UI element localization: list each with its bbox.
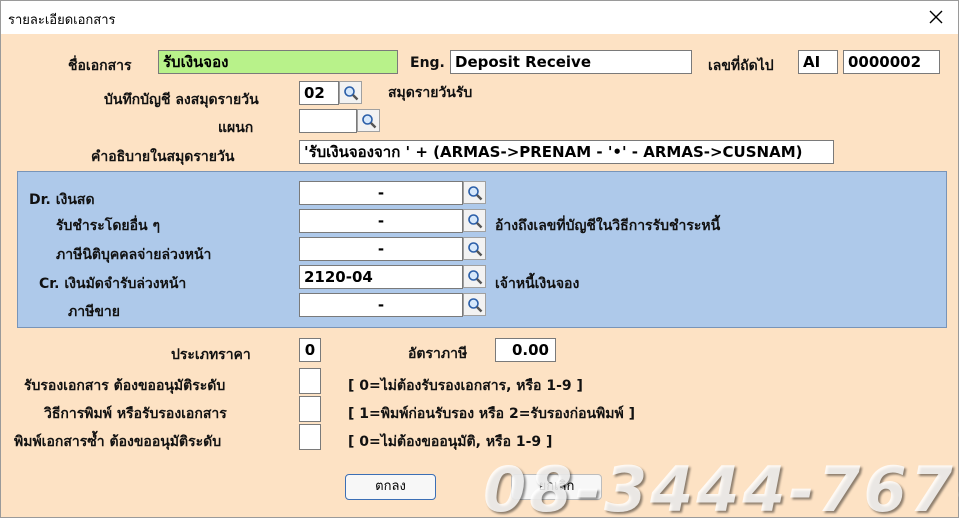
account-field-sales-tax[interactable]: - [299, 293, 463, 317]
approval-label-certify: รับรองเอกสาร ต้องขออนุมัติระดับ [24, 378, 226, 394]
title-bar: รายละเอียดเอกสาร [1, 1, 958, 34]
tax-rate-label: อัตราภาษี [408, 346, 468, 362]
doc-number-field[interactable]: 0000002 [843, 50, 940, 74]
doc-name-field[interactable]: รับเงินจอง [158, 50, 398, 74]
approval-hint-certify: [ 0=ไม่ต้องรับรองเอกสาร, หรือ 1-9 ] [348, 378, 583, 394]
eng-label: Eng. [410, 55, 445, 71]
account-lookup-prepaid-tax[interactable] [463, 237, 486, 260]
account-label-cash: Dr. เงินสด [29, 192, 95, 208]
account-label-deposit: Cr. เงินมัดจำรับล่วงหน้า [39, 276, 187, 292]
document-detail-dialog: รายละเอียดเอกสาร ชื่อเอกสาร รับเงินจอง E… [0, 0, 959, 526]
account-field-prepaid-tax[interactable]: - [299, 237, 463, 261]
account-label-prepaid-tax: ภาษีนิติบุคคลจ่ายล่วงหน้า [56, 247, 212, 263]
account-note-deposit: เจ้าหนี้เงินจอง [495, 276, 580, 292]
account-lookup-other[interactable] [463, 209, 486, 232]
window-title: รายละเอียดเอกสาร [8, 13, 116, 28]
account-lookup-deposit[interactable] [463, 265, 486, 288]
approval-hint-print-method: [ 1=พิมพ์ก่อนรับรอง หรือ 2=รับรองก่อนพิม… [348, 406, 636, 422]
approval-field-certify[interactable] [299, 368, 321, 394]
account-field-other[interactable]: - [299, 209, 463, 233]
eng-name-field[interactable]: Deposit Receive [450, 50, 692, 74]
approval-label-reprint: พิมพ์เอกสารซ้ำ ต้องขออนุมัติระดับ [14, 434, 222, 450]
account-note-other: อ้างถึงเลขที่บัญชีในวิธีการรับชำระหนี้ [495, 218, 721, 234]
approval-field-reprint[interactable] [299, 424, 321, 450]
journal-description-field[interactable]: 'รับเงินจองจาก ' + (ARMAS->PRENAM - '•' … [299, 140, 834, 164]
magnifier-icon [467, 185, 482, 200]
department-label: แผนก [218, 120, 254, 136]
magnifier-icon [467, 269, 482, 284]
journal-label: บันทึกบัญชี ลงสมุดรายวัน [104, 92, 259, 108]
department-lookup-button[interactable] [357, 109, 380, 132]
ok-button[interactable]: ตกลง [345, 474, 436, 500]
journal-field[interactable]: 02 [299, 81, 339, 105]
magnifier-icon [343, 85, 358, 100]
approval-hint-reprint: [ 0=ไม่ต้องขออนุมัติ, หรือ 1-9 ] [348, 434, 553, 450]
account-label-other: รับชำระโดยอื่น ๆ [56, 218, 160, 234]
approval-label-print-method: วิธีการพิมพ์ หรือรับรองเอกสาร [44, 406, 227, 422]
journal-description-label: คำอธิบายในสมุดรายวัน [91, 149, 235, 165]
account-lookup-sales-tax[interactable] [463, 293, 486, 316]
account-label-sales-tax: ภาษีขาย [68, 304, 120, 320]
account-field-cash[interactable]: - [299, 181, 463, 205]
department-field[interactable] [299, 109, 357, 133]
doc-prefix-field[interactable]: AI [798, 50, 838, 74]
magnifier-icon [467, 213, 482, 228]
close-button[interactable] [923, 4, 949, 30]
magnifier-icon [467, 241, 482, 256]
phone-watermark: 08-3444-7676 [483, 453, 959, 526]
magnifier-icon [467, 297, 482, 312]
journal-name-note: สมุดรายวันรับ [388, 85, 473, 101]
account-field-deposit[interactable]: 2120-04 [299, 265, 463, 289]
price-type-label: ประเภทราคา [171, 347, 251, 363]
tax-rate-field[interactable]: 0.00 [495, 338, 556, 362]
close-icon [929, 10, 943, 24]
journal-lookup-button[interactable] [339, 81, 362, 104]
doc-name-label: ชื่อเอกสาร [68, 58, 132, 74]
price-type-field[interactable]: 0 [299, 338, 321, 362]
account-lookup-cash[interactable] [463, 181, 486, 204]
approval-field-print-method[interactable] [299, 396, 321, 422]
next-number-label: เลขที่ถัดไป [708, 58, 774, 74]
magnifier-icon [361, 113, 376, 128]
